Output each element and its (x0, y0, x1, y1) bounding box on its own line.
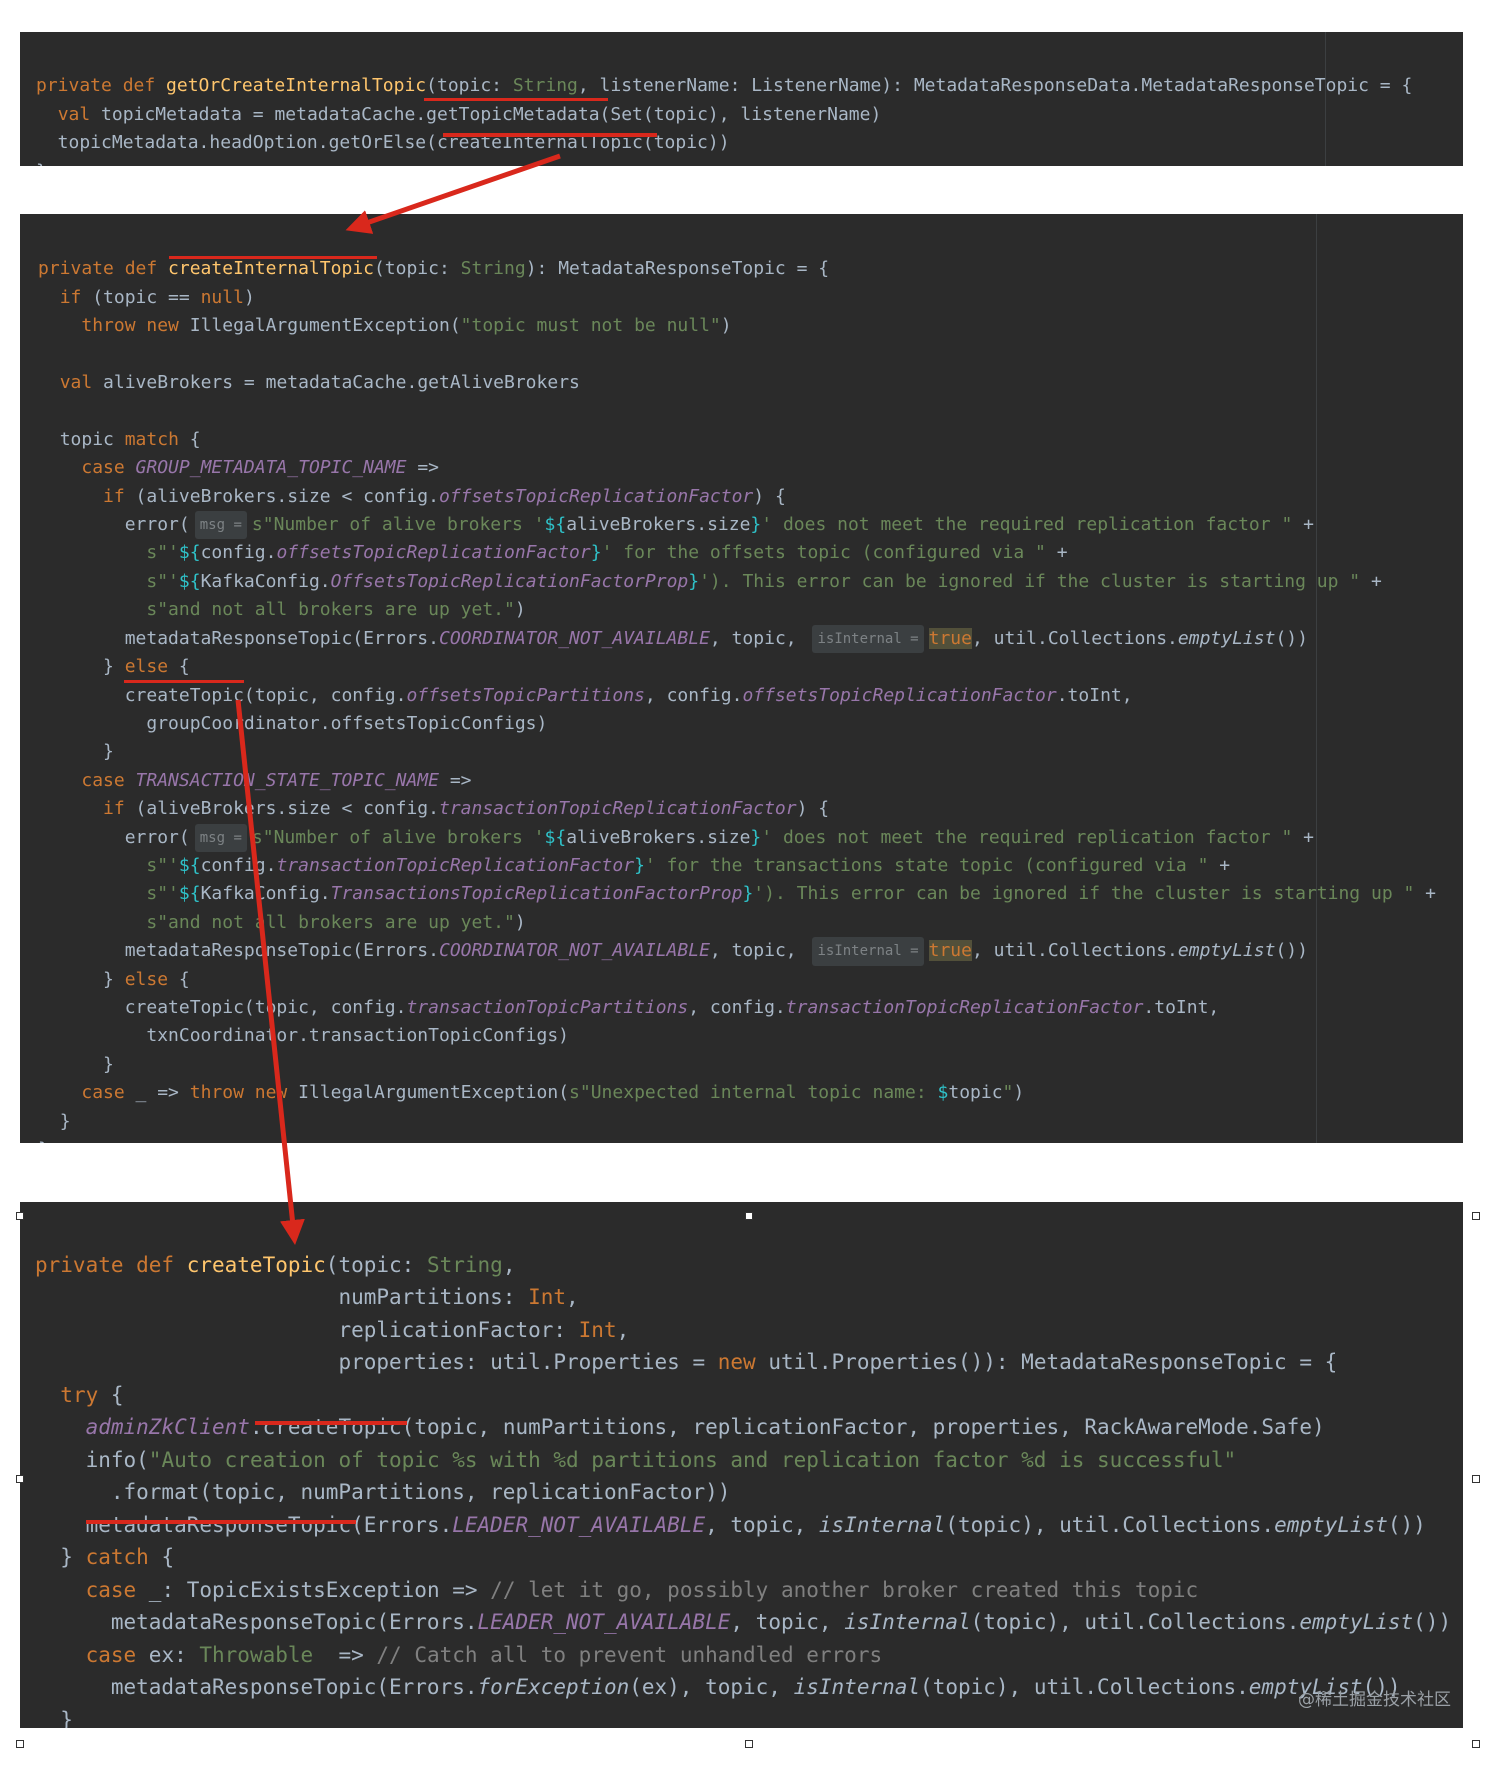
code-block: private def createTopic(topic: String, n… (35, 1216, 1452, 1729)
code-line: groupCoordinator.offsetsTopicConfigs) (146, 712, 548, 734)
code-line: case _ => throw new IllegalArgumentExcep… (81, 1082, 1025, 1104)
code-line: if (topic == null) (59, 286, 255, 308)
code-line: replicationFactor: Int, (338, 1317, 630, 1342)
code-line: } (36, 158, 1412, 166)
code-line: case GROUP_METADATA_TOPIC_NAME => (81, 457, 439, 479)
code-line: private def createInternalTopic(topic: S… (38, 258, 830, 280)
code-line: throw new IllegalArgumentException("topi… (81, 315, 732, 337)
code-block: private def createInternalTopic(topic: S… (38, 227, 1436, 1143)
code-line: case ex: Throwable => // Catch all to pr… (85, 1642, 883, 1667)
code-line: } else { (103, 968, 190, 990)
code-line: val topicMetadata = metadataCache.getTop… (57, 103, 882, 125)
resize-handle-top-right[interactable] (1472, 1212, 1480, 1220)
code-line: properties: util.Properties = new util.P… (338, 1350, 1338, 1374)
code-line: case _: TopicExistsException => // let i… (85, 1577, 1199, 1602)
underline-admin-create-topic (255, 1421, 407, 1425)
param-hint-msg: msg = (194, 823, 247, 852)
param-hint-is-internal: isInternal = (812, 937, 924, 966)
code-line: s"and not all brokers are up yet.") (146, 911, 526, 933)
code-panel-create-topic: private def createTopic(topic: String, n… (20, 1202, 1463, 1728)
code-line: } (38, 1136, 1436, 1143)
code-panel-get-or-create: private def getOrCreateInternalTopic(top… (20, 32, 1463, 166)
code-line: topic match { (59, 428, 201, 450)
code-line: s"and not all brokers are up yet.") (146, 599, 526, 621)
code-line: createTopic(topic, config.offsetsTopicPa… (124, 684, 1133, 706)
resize-handle-bottom-left[interactable] (16, 1740, 24, 1748)
code-line: if (aliveBrokers.size < config.transacti… (103, 798, 830, 820)
underline-get-topic-metadata (424, 98, 608, 101)
code-line: metadataResponseTopic(Errors.COORDINATOR… (38, 624, 1436, 654)
resize-handle-top-center[interactable] (745, 1212, 753, 1220)
param-hint-msg: msg = (194, 511, 247, 540)
code-line: if (aliveBrokers.size < config.offsetsTo… (103, 485, 786, 507)
code-line: adminZkClient.createTopic(topic, numPart… (85, 1415, 1325, 1439)
code-line: } (103, 741, 114, 763)
code-line: error(msg = s"Number of alive brokers '${… (38, 823, 1436, 852)
resize-handle-middle-left[interactable] (16, 1475, 24, 1483)
code-line: createTopic(topic, config.transactionTop… (124, 996, 1220, 1018)
underline-create-topic-call (124, 680, 244, 683)
code-line: metadataResponseTopic(Errors.COORDINATOR… (38, 937, 1436, 966)
code-line: try { (60, 1382, 124, 1407)
code-line: numPartitions: Int, (338, 1285, 579, 1309)
code-line: s"'${KafkaConfig.OffsetsTopicReplication… (146, 570, 1382, 592)
code-line: s"'${KafkaConfig.TransactionsTopicReplic… (146, 883, 1437, 905)
code-line: } (60, 1707, 73, 1729)
code-line: } (59, 1110, 71, 1132)
underline-metadata-response-topic (86, 1520, 356, 1524)
underline-create-internal-topic-call (443, 133, 657, 137)
code-line: metadataResponseTopic(Errors.LEADER_NOT_… (85, 1512, 1426, 1537)
code-line: } else { (103, 656, 190, 678)
code-line: topicMetadata.headOption.getOrElse(creat… (36, 132, 730, 154)
resize-handle-middle-right[interactable] (1472, 1475, 1480, 1483)
code-line: } catch { (60, 1545, 175, 1569)
code-line: val aliveBrokers = metadataCache.getAliv… (59, 372, 580, 394)
code-line: private def getOrCreateInternalTopic(top… (36, 75, 1413, 97)
code-line: s"'${config.transactionTopicReplicationF… (146, 854, 1231, 876)
code-line: info("Auto creation of topic %s with %d … (85, 1447, 1237, 1472)
code-line: txnCoordinator.transactionTopicConfigs) (146, 1025, 570, 1047)
code-line: private def createTopic(topic: String, (35, 1252, 516, 1277)
resize-handle-top-left[interactable] (16, 1212, 24, 1220)
code-line: metadataResponseTopic(Errors.LEADER_NOT_… (110, 1610, 1452, 1634)
code-line: .format(topic, numPartitions, replicatio… (110, 1480, 731, 1504)
code-panel-create-internal-topic: private def createInternalTopic(topic: S… (20, 214, 1463, 1143)
watermark: @稀土掘金技术社区 (1298, 1690, 1451, 1710)
underline-create-internal-topic-def (169, 256, 377, 259)
param-hint-is-internal: isInternal = (812, 624, 924, 654)
code-line: case TRANSACTION_STATE_TOPIC_NAME => (81, 769, 472, 791)
code-block: private def getOrCreateInternalTopic(top… (36, 44, 1412, 166)
code-line: metadataResponseTopic(Errors.forExceptio… (110, 1675, 1401, 1699)
code-line: error(msg = s"Number of alive brokers '${… (38, 511, 1436, 540)
code-line: } (103, 1053, 114, 1075)
resize-handle-bottom-right[interactable] (1472, 1740, 1480, 1748)
code-line: s"'${config.offsetsTopicReplicationFacto… (146, 542, 1068, 564)
resize-handle-bottom-center[interactable] (745, 1740, 753, 1748)
